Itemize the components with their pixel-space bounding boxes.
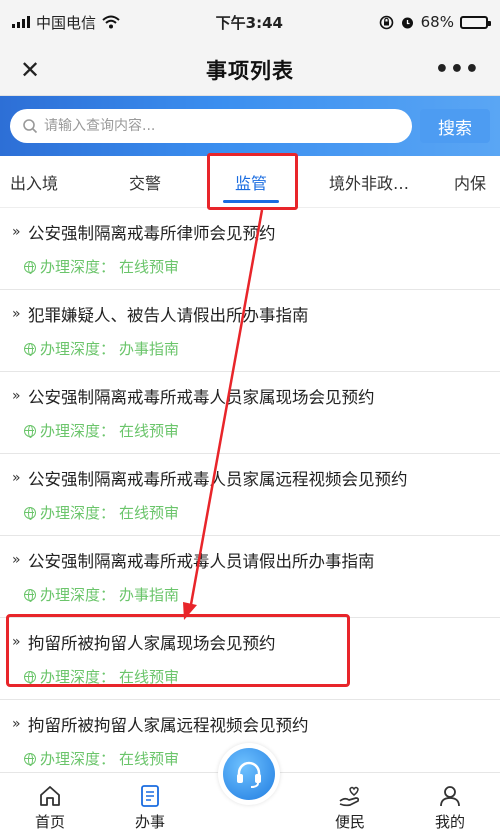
status-bar: 中国电信 下午3:44 68% — [0, 0, 500, 44]
list-item[interactable]: » 犯罪嫌疑人、被告人请假出所办事指南 办理深度： 办事指南 — [0, 290, 500, 372]
search-box[interactable] — [10, 109, 412, 143]
depth-label: 办理深度： — [40, 750, 116, 768]
search-icon — [23, 119, 38, 134]
nav-bar: ✕ 事项列表 ••• — [0, 44, 500, 96]
depth-value: 办事指南 — [119, 586, 180, 604]
item-title: 犯罪嫌疑人、被告人请假出所办事指南 — [28, 306, 309, 325]
bottom-nav-convenience[interactable]: 便民 — [310, 783, 390, 832]
home-icon — [40, 786, 60, 806]
depth-label: 办理深度： — [40, 586, 116, 604]
list-item[interactable]: » 拘留所被拘留人家属现场会见预约 办理深度： 在线预审 — [0, 618, 500, 700]
double-chevron-icon: » — [12, 634, 21, 650]
document-icon — [141, 785, 159, 807]
category-tabs: 出入境 交警 监管 境外非政… 内保 — [0, 156, 500, 208]
search-button[interactable]: 搜索 — [420, 109, 490, 143]
double-chevron-icon: » — [12, 388, 21, 404]
matter-list: » 公安强制隔离戒毒所律师会见预约 办理深度： 在线预审 » 犯罪嫌疑人、被告人请假出… — [0, 208, 500, 782]
item-title: 拘留所被拘留人家属现场会见预约 — [28, 634, 276, 653]
depth-value: 在线预审 — [119, 422, 180, 440]
list-item[interactable]: » 公安强制隔离戒毒所戒毒人员家属现场会见预约 办理深度： 在线预审 — [0, 372, 500, 454]
depth-label: 办理深度： — [40, 258, 116, 276]
tab-nei-bao[interactable]: 内保 — [434, 156, 499, 207]
double-chevron-icon: » — [12, 552, 21, 568]
status-time: 下午3:44 — [215, 13, 283, 32]
alarm-icon — [401, 17, 413, 28]
battery-percent: 68% — [420, 13, 454, 31]
list-item[interactable]: » 公安强制隔离戒毒所戒毒人员家属远程视频会见预约 办理深度： 在线预审 — [0, 454, 500, 536]
depth-label: 办理深度： — [40, 422, 116, 440]
bottom-nav-affairs[interactable]: 办事 — [110, 783, 190, 832]
page-title: 事项列表 — [206, 58, 294, 83]
bottom-nav-home[interactable]: 首页 — [10, 783, 90, 832]
double-chevron-icon: » — [12, 224, 21, 240]
bottom-nav-label: 办事 — [134, 813, 165, 831]
carrier-label: 中国电信 — [36, 13, 97, 32]
tab-jian-guan[interactable]: 监管 — [198, 156, 304, 207]
depth-value: 在线预审 — [119, 668, 180, 686]
signal-icon — [12, 16, 30, 28]
double-chevron-icon: » — [12, 306, 21, 322]
item-title: 公安强制隔离戒毒所戒毒人员家属现场会见预约 — [28, 388, 375, 407]
depth-value: 在线预审 — [119, 258, 180, 276]
hand-icon — [339, 786, 360, 807]
wifi-icon — [102, 15, 120, 29]
globe-icon — [24, 260, 36, 274]
depth-label: 办理深度： — [40, 340, 116, 358]
depth-value: 在线预审 — [119, 750, 180, 768]
bottom-nav-label: 首页 — [34, 813, 65, 831]
globe-icon — [24, 588, 36, 602]
list-item[interactable]: » 公安强制隔离戒毒所律师会见预约 办理深度： 在线预审 — [0, 208, 500, 290]
item-title: 公安强制隔离戒毒所戒毒人员家属远程视频会见预约 — [28, 470, 408, 489]
battery-icon — [459, 15, 491, 29]
double-chevron-icon: » — [12, 470, 21, 486]
globe-icon — [24, 506, 36, 520]
tab-jiao-jing[interactable]: 交警 — [92, 156, 198, 207]
user-icon — [440, 786, 460, 807]
depth-value: 办事指南 — [119, 340, 180, 358]
item-title: 公安强制隔离戒毒所戒毒人员请假出所办事指南 — [28, 552, 375, 571]
globe-icon — [24, 342, 36, 356]
tab-jing-wai-fei-zheng[interactable]: 境外非政… — [304, 156, 434, 207]
bottom-nav: 首页 办事 便民 我的 — [0, 743, 500, 840]
customer-service-button[interactable] — [218, 743, 280, 805]
rotation-lock-icon — [379, 15, 393, 29]
search-band: 搜索 — [0, 96, 500, 156]
depth-label: 办理深度： — [40, 668, 116, 686]
search-input[interactable] — [44, 118, 400, 134]
more-icon[interactable]: ••• — [435, 57, 480, 82]
item-title: 拘留所被拘留人家属远程视频会见预约 — [28, 716, 309, 735]
bottom-nav-mine[interactable]: 我的 — [410, 783, 490, 832]
list-item[interactable]: » 公安强制隔离戒毒所戒毒人员请假出所办事指南 办理深度： 办事指南 — [0, 536, 500, 618]
depth-label: 办理深度： — [40, 504, 116, 522]
globe-icon — [24, 424, 36, 438]
double-chevron-icon: » — [12, 716, 21, 732]
depth-value: 在线预审 — [119, 504, 180, 522]
bottom-nav-label: 我的 — [434, 813, 465, 831]
tab-chu-ru-jing[interactable]: 出入境 — [0, 156, 92, 207]
bottom-nav-label: 便民 — [334, 813, 365, 831]
globe-icon — [24, 752, 36, 766]
globe-icon — [24, 670, 36, 684]
close-icon[interactable]: ✕ — [20, 56, 60, 84]
item-title: 公安强制隔离戒毒所律师会见预约 — [28, 224, 276, 243]
headset-icon — [223, 748, 275, 800]
